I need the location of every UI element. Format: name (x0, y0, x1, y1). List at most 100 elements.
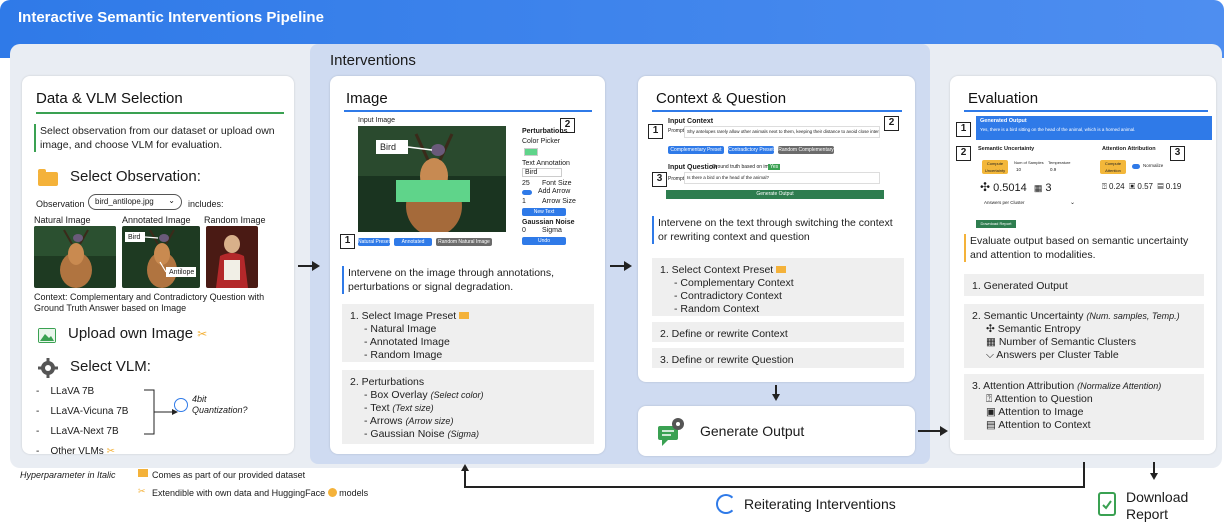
data-vlm-card: Data & VLM Selection Select observation … (22, 76, 294, 457)
includes-label: includes: (188, 199, 224, 209)
color-picker[interactable] (524, 148, 538, 156)
ground-truth-badge: Yes (768, 164, 781, 170)
add-arrow-toggle[interactable] (522, 190, 532, 195)
new-text-button[interactable]: New Text (522, 208, 566, 216)
attention-readout: ⍰ 0.24 ▣ 0.57 ▤ 0.19 (1102, 182, 1182, 191)
chevron-down-icon: ⌄ (168, 196, 175, 205)
clipboard-check-icon[interactable] (1098, 492, 1116, 516)
download-report-button[interactable]: Download Report (1126, 489, 1188, 523)
context-card-title: Context & Question (656, 90, 787, 107)
attention-attribution-label: Attention Attribution (1102, 146, 1156, 152)
chat-gear-icon (656, 416, 684, 446)
normalize-toggle[interactable] (1132, 164, 1140, 169)
chevron-down-icon: ⌄ (1070, 200, 1076, 206)
answers-per-cluster-label[interactable]: Answers per Cluster (984, 200, 1025, 205)
evaluation-desc: Evaluate output based on semantic uncert… (964, 234, 1208, 262)
font-size-label: Font Size (542, 180, 572, 187)
observation-label: Observation (36, 199, 85, 209)
hyperparameter-note: Hyperparameter in Italic (20, 470, 116, 480)
sigma-label: Sigma (542, 227, 562, 234)
generate-output-card[interactable]: Generate Output (638, 406, 915, 456)
generate-output-button[interactable]: Generate Output (666, 190, 884, 199)
annotated-preset-button[interactable]: Annotated Preset (394, 238, 432, 253)
undo-button[interactable]: Undo (522, 237, 566, 245)
reiterating-label: Reiterating Interventions (744, 496, 896, 512)
vlm-item[interactable]: - LLaVA-Vicuna 7B (36, 402, 128, 422)
tools-icon: ✂ (106, 446, 115, 457)
data-vlm-desc: Select observation from our dataset or u… (34, 124, 284, 152)
font-size-value[interactable]: 25 (522, 180, 530, 187)
step-number-3: 3 (1170, 146, 1185, 161)
text-icon: ▤ (1157, 182, 1164, 191)
flow-arrow (298, 265, 312, 267)
semantic-uncertainty-label: Semantic Uncertainty (978, 146, 1035, 152)
quantization-label[interactable]: 4bit Quantization? (192, 394, 262, 416)
flow-arrowhead (624, 261, 632, 271)
natural-preset-button[interactable]: Natural Preset (358, 238, 390, 246)
vlm-item[interactable]: - Other VLMs ✂ (36, 442, 128, 462)
rewrite-context-item: 2. Define or rewrite Context (652, 322, 904, 342)
prompt-label: Prompt (668, 128, 685, 134)
gauge-icon (174, 398, 188, 412)
image-card: Image Input Image Bird 2 Perturbations C… (330, 76, 605, 454)
question-input[interactable]: Is there a bird on the head of the anima… (684, 172, 880, 184)
perturbations-list: 2. Perturbations - Box Overlay (Select c… (342, 370, 594, 444)
vlm-bracket (144, 389, 178, 435)
annot-antilope-label: Antilope (169, 269, 195, 276)
tools-icon: ✂ (138, 486, 146, 496)
loop-line (464, 486, 1085, 488)
observation-select[interactable]: bird_antilope.jpg ⌄ (88, 194, 182, 210)
context-input[interactable]: Shy antelopes rarely allow other animals… (684, 126, 880, 138)
contradictory-preset-button[interactable]: Contradictory Preset (728, 146, 774, 154)
natural-image-thumb[interactable] (34, 226, 116, 288)
thumb-label-annotated: Annotated Image (122, 215, 191, 225)
folder-icon (138, 469, 148, 477)
temperature-input[interactable]: 0.9 (1050, 167, 1056, 172)
generated-output-box: Generated Output Yes, there is a bird si… (976, 116, 1212, 140)
flow-arrowhead (1150, 473, 1158, 480)
huggingface-icon (327, 488, 337, 497)
evaluation-card: Evaluation 1 Generated Output Yes, there… (950, 76, 1216, 454)
complementary-preset-button[interactable]: Complementary Preset (668, 146, 724, 154)
rewrite-question-item: 3. Define or rewrite Question (652, 348, 904, 368)
checkmark (1102, 500, 1112, 510)
data-vlm-title: Data & VLM Selection (36, 90, 183, 107)
perturbations-label: Perturbations (522, 128, 568, 135)
download-report-small-button[interactable]: Download Report (976, 220, 1016, 228)
context-note: Context: Complementary and Contradictory… (34, 292, 265, 313)
question-icon: ⍰ (1102, 182, 1107, 191)
random-complementary-button[interactable]: Random Complementary Text (778, 146, 834, 161)
flow-arrowhead (940, 426, 948, 436)
select-observation-label: Select Observation: (70, 168, 201, 185)
input-image[interactable]: Bird (358, 126, 506, 232)
vlm-item[interactable]: - LLaVA-Next 7B (36, 422, 128, 442)
vlm-item[interactable]: - LLaVA 7B (36, 382, 128, 402)
semantic-entropy-readout: ✣ 0.5014 ▦ 3 (980, 180, 1052, 194)
evaluation-title: Evaluation (968, 90, 1039, 107)
refresh-icon (716, 494, 736, 514)
compute-uncertainty-button[interactable]: Compute Uncertainty (982, 160, 1008, 174)
title-underline (652, 110, 902, 112)
antelope-image (34, 226, 116, 288)
num-samples-input[interactable]: 10 (1016, 167, 1021, 172)
flow-arrow (610, 265, 624, 267)
flow-arrow (918, 430, 940, 432)
random-natural-image-button[interactable]: Random Natural Image (436, 238, 492, 246)
text-annotation-input[interactable]: Bird (522, 168, 562, 177)
thumb-label-random: Random Image (204, 215, 266, 225)
arrow-size-value[interactable]: 1 (522, 198, 526, 205)
num-samples-label: Num of Samples (1014, 160, 1044, 165)
select-vlm-label: Select VLM: (70, 358, 151, 375)
normalize-label: Normalize (1143, 163, 1164, 168)
random-image-thumb[interactable] (206, 226, 258, 288)
mountain-icon (39, 329, 55, 342)
sigma-value[interactable]: 0 (522, 227, 526, 234)
generated-output-item: 1. Generated Output (964, 274, 1204, 296)
color-picker-label: Color Picker (522, 138, 561, 145)
annotated-image-thumb[interactable]: Bird Antilope (122, 226, 200, 288)
arrow-size-label: Arrow Size (542, 198, 576, 205)
compute-attention-button[interactable]: Compute Attention (1100, 160, 1126, 174)
gaussian-noise-label: Gaussian Noise (522, 219, 575, 226)
upload-own-image-button[interactable]: Upload own Image ✂ (68, 325, 207, 342)
title-underline (344, 110, 592, 112)
